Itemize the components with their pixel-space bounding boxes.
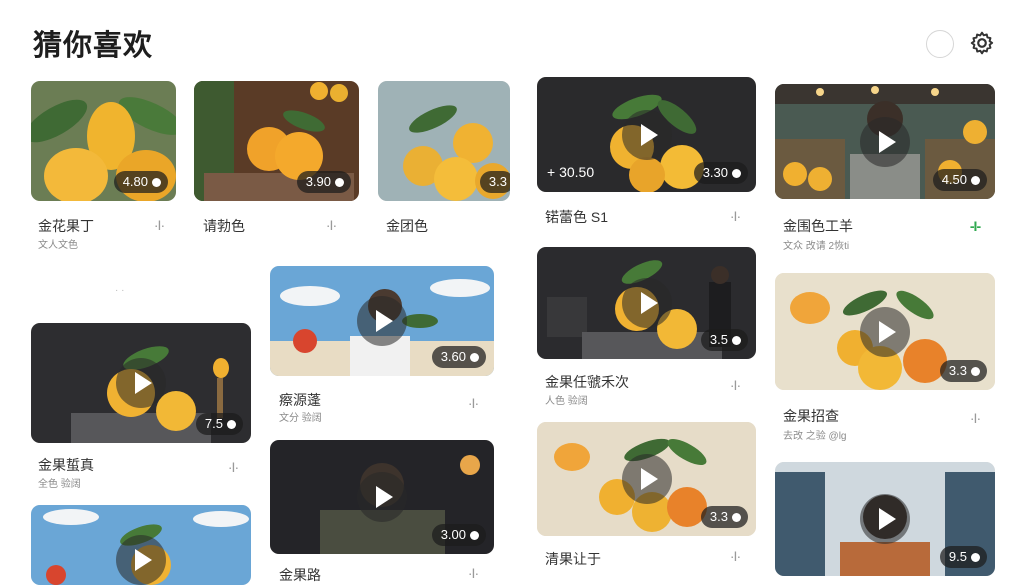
video-thumbnail[interactable]	[31, 505, 251, 585]
duration-badge: 9.5	[939, 546, 987, 568]
gear-icon[interactable]	[969, 30, 995, 56]
video-title[interactable]: 请勃色	[203, 216, 245, 236]
video-meta: 文众 改请 2恢ti	[783, 241, 850, 252]
video-title[interactable]: 金果招查	[783, 406, 839, 426]
video-meta: 文分 验阔	[279, 413, 322, 424]
video-thumbnail[interactable]: 3.5	[537, 247, 756, 359]
more-options-icon[interactable]: ·I·	[462, 395, 484, 411]
duration-badge: 4.80	[113, 171, 168, 193]
duration-badge: 3.3	[939, 360, 987, 382]
play-icon[interactable]	[116, 535, 166, 585]
more-options-icon[interactable]: ·I·	[964, 410, 986, 426]
view-count: + 30.50	[547, 164, 595, 180]
video-thumbnail[interactable]: 4.80	[31, 81, 176, 201]
video-meta: 全色 验阔	[38, 479, 81, 490]
play-icon[interactable]	[860, 116, 910, 167]
video-thumbnail[interactable]: 4.50	[775, 84, 995, 199]
duration-badge: 3.3	[479, 171, 510, 193]
duration-badge: 3.3	[700, 506, 748, 528]
video-title[interactable]: 瘵源蓬	[279, 390, 321, 410]
video-thumbnail[interactable]: 3.3	[775, 273, 995, 390]
more-options-icon[interactable]: ·I·	[148, 217, 170, 233]
play-icon[interactable]	[621, 454, 672, 504]
duration-badge: 4.50	[932, 169, 987, 191]
play-icon[interactable]	[357, 296, 407, 346]
play-icon[interactable]	[621, 109, 672, 160]
video-title[interactable]: 金果任虢禾次	[545, 372, 629, 392]
video-thumbnail[interactable]: 9.5	[775, 462, 995, 576]
video-title[interactable]: 金果路	[279, 565, 321, 585]
ellipsis-marker: · ·	[115, 285, 125, 296]
more-options-icon[interactable]: ·I·	[724, 208, 746, 224]
video-meta: 去改 之验 @lg	[783, 431, 847, 442]
more-options-icon[interactable]: -I-	[964, 218, 986, 234]
more-options-icon[interactable]: ·I·	[724, 377, 746, 393]
duration-badge: 7.5	[195, 413, 243, 435]
circle-outline-icon[interactable]	[926, 30, 954, 58]
duration-badge: 3.60	[431, 346, 486, 368]
more-options-icon[interactable]: ·I·	[320, 217, 342, 233]
video-meta: 人色 验阔	[545, 396, 588, 407]
page-title: 猜你喜欢	[33, 28, 154, 62]
play-icon[interactable]	[621, 278, 672, 328]
video-thumbnail[interactable]: + 30.50 3.30	[537, 77, 756, 192]
video-title[interactable]: 金团色	[386, 216, 428, 236]
play-icon[interactable]	[860, 306, 910, 357]
video-thumbnail[interactable]: 3.3	[378, 81, 510, 201]
duration-badge: 3.00	[431, 524, 486, 546]
duration-badge: 3.5	[700, 329, 748, 351]
video-title[interactable]: 金果蜇真	[38, 455, 94, 475]
more-options-icon[interactable]: ·I·	[222, 459, 244, 475]
play-icon[interactable]	[860, 494, 910, 544]
video-title[interactable]: 金花果丁	[38, 216, 94, 236]
video-title[interactable]: 金围色工羊	[783, 216, 853, 236]
video-thumbnail[interactable]: 3.60	[270, 266, 494, 376]
video-thumbnail[interactable]: 3.3	[537, 422, 756, 536]
play-icon[interactable]	[357, 472, 407, 522]
video-thumbnail[interactable]: 3.90	[194, 81, 359, 201]
video-title[interactable]: 清果让于	[545, 549, 601, 569]
more-options-icon[interactable]: ·I·	[462, 565, 484, 581]
video-thumbnail[interactable]: 3.00	[270, 440, 494, 554]
duration-badge: 3.30	[693, 162, 748, 184]
video-title[interactable]: 锘蕾色 S1	[545, 207, 608, 227]
video-meta: 文人文色	[38, 240, 78, 251]
video-thumbnail[interactable]: 7.5	[31, 323, 251, 443]
more-options-icon[interactable]: ·I·	[724, 548, 746, 564]
play-icon[interactable]	[116, 358, 166, 408]
duration-badge: 3.90	[296, 171, 351, 193]
